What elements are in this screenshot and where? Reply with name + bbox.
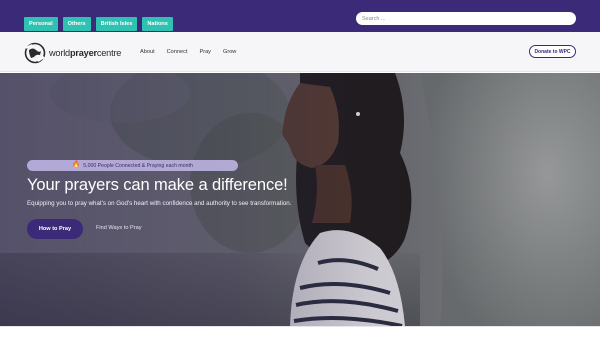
- site-header: worldprayercentre About Connect Pray Gro…: [0, 32, 600, 72]
- flame-icon: 🔥: [72, 161, 81, 169]
- stats-badge-text: 5,000 People Connected & Praying each mo…: [83, 162, 193, 169]
- stats-badge: 🔥 5,000 People Connected & Praying each …: [27, 160, 238, 171]
- site-logo[interactable]: worldprayercentre: [24, 42, 121, 64]
- hero-subline: Equipping you to pray what's on God's he…: [27, 200, 292, 207]
- pill-nations[interactable]: Nations: [142, 17, 173, 31]
- globe-logo-icon: [24, 42, 46, 64]
- how-to-pray-button[interactable]: How to Pray: [27, 219, 83, 239]
- logo-wordmark: worldprayercentre: [49, 48, 122, 58]
- top-bar: Personal Others British Isles Nations: [0, 0, 600, 32]
- main-nav: About Connect Pray Grow: [140, 49, 236, 55]
- donate-button[interactable]: Donate to WPC: [529, 45, 576, 58]
- search-input[interactable]: [356, 12, 576, 25]
- nav-connect[interactable]: Connect: [167, 49, 188, 55]
- nav-grow[interactable]: Grow: [223, 49, 236, 55]
- nav-pray[interactable]: Pray: [199, 49, 211, 55]
- audience-pills: Personal Others British Isles Nations: [24, 17, 173, 31]
- pill-personal[interactable]: Personal: [24, 17, 58, 31]
- pill-others[interactable]: Others: [62, 17, 91, 31]
- hero-section: 🔥 5,000 People Connected & Praying each …: [0, 73, 600, 326]
- find-ways-to-pray-link[interactable]: Find Ways to Pray: [96, 225, 142, 231]
- hero-headline: Your prayers can make a difference!: [27, 176, 288, 194]
- pill-british-isles[interactable]: British Isles: [95, 17, 138, 31]
- nav-about[interactable]: About: [140, 49, 155, 55]
- page-bottom-strip: [0, 326, 600, 338]
